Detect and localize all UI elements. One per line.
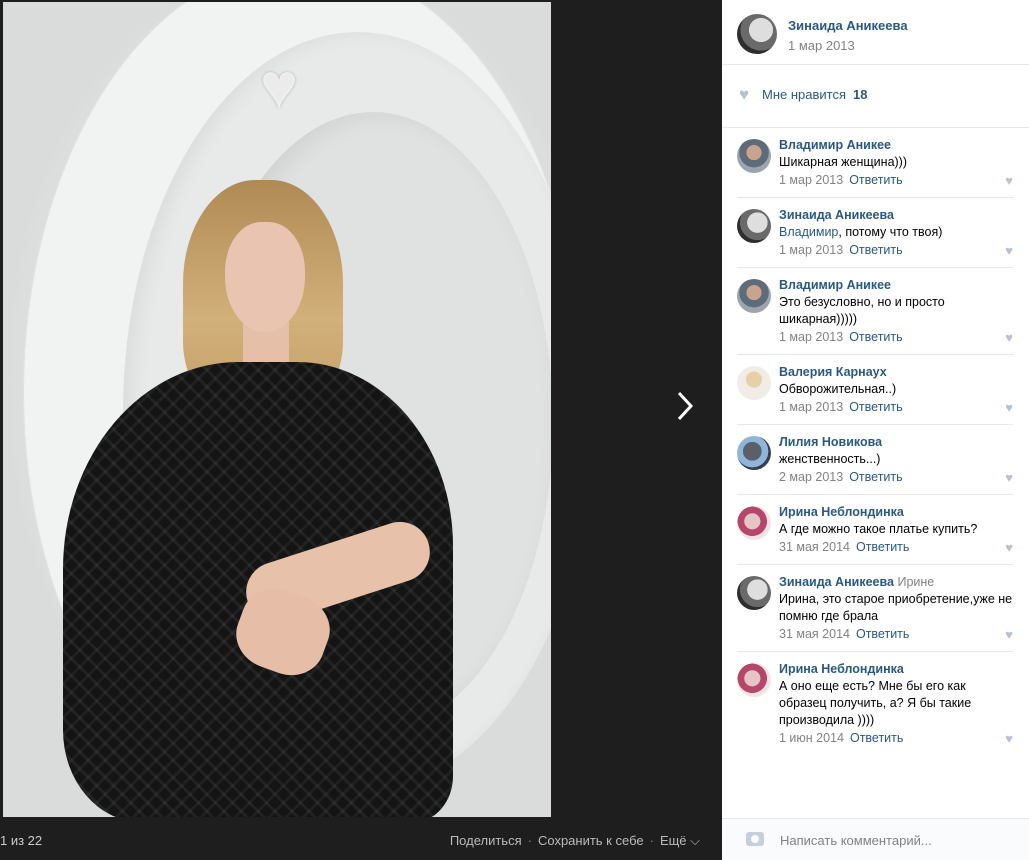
photo-actions: Поделиться · Сохранить к себе · Ещё ⌵ (450, 833, 700, 849)
reply-button[interactable]: Ответить (849, 470, 902, 484)
comment-text: А где можно такое платье купить? (779, 522, 978, 536)
comment-composer (722, 818, 1029, 860)
avatar[interactable] (737, 14, 777, 54)
comment-text-body: , потому что твоя) (838, 225, 943, 239)
like-count[interactable]: 18 (853, 87, 867, 102)
camera-icon[interactable] (746, 832, 764, 846)
comment: Валерия Карнаух Обворожительная..) 1 мар… (737, 355, 1013, 425)
comment-date[interactable]: 1 мар 2013 (779, 400, 843, 414)
comment-text: А оно еще есть? Мне бы его как образец п… (779, 679, 972, 727)
reply-button[interactable]: Ответить (849, 330, 902, 344)
share-button[interactable]: Поделиться (450, 833, 522, 848)
heart-icon[interactable]: ♥ (1005, 731, 1013, 746)
avatar[interactable] (737, 436, 771, 470)
heart-icon[interactable]: ♥ (247, 54, 311, 118)
comment: Лилия Новикова женственность...) 2 мар 2… (737, 425, 1013, 495)
comment-author[interactable]: Ирина Неблондинка (779, 504, 1013, 521)
avatar[interactable] (737, 663, 771, 697)
comment-date[interactable]: 31 мая 2014 (779, 540, 850, 554)
comment: Зинаида Аникеева Владимир, потому что тв… (737, 198, 1013, 268)
reply-button[interactable]: Ответить (850, 731, 903, 745)
comment-date[interactable]: 1 июн 2014 (779, 731, 844, 745)
info-panel: Зинаида Аникеева 1 мар 2013 ♥ Мне нравит… (722, 0, 1029, 860)
chevron-right-icon[interactable] (670, 390, 700, 430)
comment-text: Владимир, потому что твоя) (779, 224, 1013, 241)
mention-link[interactable]: Владимир (779, 225, 838, 239)
comment-text: женственность...) (779, 452, 881, 466)
comment-date[interactable]: 1 мар 2013 (779, 173, 843, 187)
comment-date[interactable]: 1 мар 2013 (779, 330, 843, 344)
comment-date[interactable]: 1 мар 2013 (779, 243, 843, 257)
avatar[interactable] (737, 366, 771, 400)
post-author: Зинаида Аникеева 1 мар 2013 (722, 0, 1029, 65)
photo-counter: 1 из 22 (0, 833, 43, 848)
comment-author[interactable]: Лилия Новикова (779, 434, 1013, 451)
comment: Ирина Неблондинка А где можно такое плат… (737, 495, 1013, 565)
avatar[interactable] (737, 506, 771, 540)
like-label[interactable]: Мне нравится (762, 87, 846, 102)
heart-icon[interactable]: ♥ (1005, 330, 1013, 345)
photo[interactable]: ♥ (3, 2, 551, 817)
heart-icon[interactable]: ♥ (1005, 400, 1013, 415)
comment-date[interactable]: 31 мая 2014 (779, 627, 850, 641)
reply-button[interactable]: Ответить (849, 173, 902, 187)
comment-author[interactable]: Владимир Аникее (779, 137, 1013, 154)
heart-icon[interactable]: ♥ (1005, 470, 1013, 485)
comment-list: Владимир Аникее Шикарная женщина))) 1 ма… (737, 128, 1013, 755)
reply-button[interactable]: Ответить (849, 243, 902, 257)
heart-icon[interactable]: ♥ (1005, 540, 1013, 555)
reply-to-label[interactable]: Ирине (897, 575, 934, 589)
heart-icon[interactable]: ♥ (1005, 243, 1013, 258)
reply-button[interactable]: Ответить (856, 627, 909, 641)
post-date[interactable]: 1 мар 2013 (788, 38, 855, 53)
comment-author[interactable]: Зинаида Аникеева (779, 207, 1013, 224)
author-name[interactable]: Зинаида Аникеева (788, 18, 908, 33)
reply-button[interactable]: Ответить (849, 400, 902, 414)
photo-subject (225, 222, 305, 332)
heart-icon[interactable]: ♥ (1005, 173, 1013, 188)
comment: Владимир Аникее Шикарная женщина))) 1 ма… (737, 128, 1013, 198)
reply-button[interactable]: Ответить (856, 540, 909, 554)
comment-text: Это безусловно, но и просто шикарная))))… (779, 295, 945, 326)
avatar[interactable] (737, 576, 771, 610)
comment-input[interactable] (778, 826, 1022, 854)
heart-icon[interactable]: ♥ (1005, 627, 1013, 642)
comment-author[interactable]: Валерия Карнаух (779, 364, 1013, 381)
save-to-profile-button[interactable]: Сохранить к себе (538, 833, 644, 848)
comment-author[interactable]: Зинаида Аникеева (779, 575, 894, 589)
avatar[interactable] (737, 279, 771, 313)
comment-date[interactable]: 2 мар 2013 (779, 470, 843, 484)
comment-text: Шикарная женщина))) (779, 155, 908, 169)
comment-text: Ирина, это старое приобретение,уже не по… (779, 592, 1013, 623)
comment-author[interactable]: Владимир Аникее (779, 277, 1013, 294)
comment-text: Обворожительная..) (779, 382, 897, 396)
separator: · (649, 833, 654, 848)
avatar[interactable] (737, 209, 771, 243)
avatar[interactable] (737, 139, 771, 173)
comment: Зинаида Аникеева Ирине Ирина, это старое… (737, 565, 1013, 652)
separator: · (527, 833, 532, 848)
comment: Ирина Неблондинка А оно еще есть? Мне бы… (737, 652, 1013, 755)
photo-viewer: ♥ 1 из 22 Поделиться · Сохранить к себе · Ещ… (0, 0, 722, 859)
more-button[interactable]: Ещё ⌵ (660, 833, 700, 848)
comment-author[interactable]: Ирина Неблондинка (779, 661, 1013, 678)
heart-icon[interactable]: ♥ (739, 85, 749, 105)
likes-row[interactable]: ♥ Мне нравится 18 (722, 65, 1029, 128)
comment: Владимир Аникее Это безусловно, но и про… (737, 268, 1013, 355)
